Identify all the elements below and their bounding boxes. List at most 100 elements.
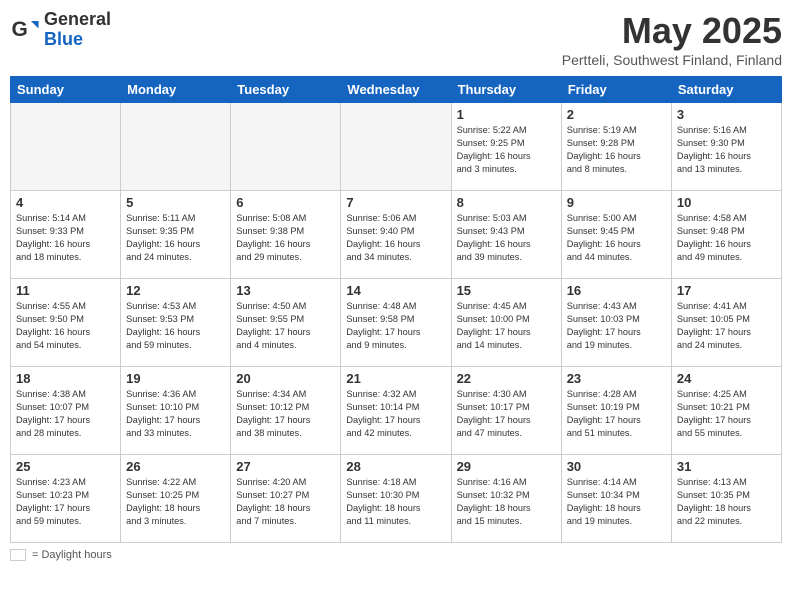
day-info: Sunrise: 4:16 AM Sunset: 10:32 PM Daylig… bbox=[457, 476, 556, 528]
day-number: 7 bbox=[346, 195, 445, 210]
week-row-1: 1 Sunrise: 5:22 AM Sunset: 9:25 PM Daylig… bbox=[11, 103, 782, 191]
day-info: Sunrise: 4:41 AM Sunset: 10:05 PM Daylig… bbox=[677, 300, 776, 352]
day-cell: 19Sunrise: 4:36 AM Sunset: 10:10 PM Dayl… bbox=[121, 367, 231, 455]
location-title: Pertteli, Southwest Finland, Finland bbox=[562, 52, 782, 68]
month-title: May 2025 bbox=[562, 10, 782, 52]
weekday-header-wednesday: Wednesday bbox=[341, 77, 451, 103]
day-number: 2 bbox=[567, 107, 666, 122]
day-info: Sunrise: 4:34 AM Sunset: 10:12 PM Daylig… bbox=[236, 388, 335, 440]
day-number: 25 bbox=[16, 459, 115, 474]
day-number: 23 bbox=[567, 371, 666, 386]
weekday-header-friday: Friday bbox=[561, 77, 671, 103]
day-info: Sunrise: 5:00 AM Sunset: 9:45 PM Dayligh… bbox=[567, 212, 666, 264]
day-number: 26 bbox=[126, 459, 225, 474]
day-number: 4 bbox=[16, 195, 115, 210]
day-cell: 28 Sunrise: 4:18 AM Sunset: 10:30 PM Dayl… bbox=[341, 455, 451, 543]
calendar-table: SundayMondayTuesdayWednesdayThursdayFrid… bbox=[10, 76, 782, 543]
day-number: 11 bbox=[16, 283, 115, 298]
day-number: 5 bbox=[126, 195, 225, 210]
day-cell: 31Sunrise: 4:13 AM Sunset: 10:35 PM Dayl… bbox=[671, 455, 781, 543]
logo: G General Blue bbox=[10, 10, 111, 50]
day-cell: 5 Sunrise: 5:11 AM Sunset: 9:35 PM Daylig… bbox=[121, 191, 231, 279]
day-cell: 4 Sunrise: 5:14 AM Sunset: 9:33 PM Daylig… bbox=[11, 191, 121, 279]
day-cell: 22Sunrise: 4:30 AM Sunset: 10:17 PM Dayl… bbox=[451, 367, 561, 455]
day-number: 19 bbox=[126, 371, 225, 386]
day-number: 12 bbox=[126, 283, 225, 298]
day-info: Sunrise: 5:14 AM Sunset: 9:33 PM Dayligh… bbox=[16, 212, 115, 264]
week-row-2: 4 Sunrise: 5:14 AM Sunset: 9:33 PM Daylig… bbox=[11, 191, 782, 279]
day-number: 17 bbox=[677, 283, 776, 298]
day-info: Sunrise: 4:20 AM Sunset: 10:27 PM Daylig… bbox=[236, 476, 335, 528]
day-cell: 13 Sunrise: 4:50 AM Sunset: 9:55 PM Dayli… bbox=[231, 279, 341, 367]
week-row-5: 25 Sunrise: 4:23 AM Sunset: 10:23 PM Dayl… bbox=[11, 455, 782, 543]
day-number: 10 bbox=[677, 195, 776, 210]
day-number: 16 bbox=[567, 283, 666, 298]
title-block: May 2025 Pertteli, Southwest Finland, Fi… bbox=[562, 10, 782, 68]
day-number: 20 bbox=[236, 371, 335, 386]
day-number: 28 bbox=[346, 459, 445, 474]
day-number: 22 bbox=[457, 371, 556, 386]
day-cell: 14 Sunrise: 4:48 AM Sunset: 9:58 PM Dayli… bbox=[341, 279, 451, 367]
weekday-header-tuesday: Tuesday bbox=[231, 77, 341, 103]
svg-text:G: G bbox=[12, 18, 28, 41]
day-number: 29 bbox=[457, 459, 556, 474]
day-cell: 8 Sunrise: 5:03 AM Sunset: 9:43 PM Daylig… bbox=[451, 191, 561, 279]
day-info: Sunrise: 4:58 AM Sunset: 9:48 PM Dayligh… bbox=[677, 212, 776, 264]
legend-label: = Daylight hours bbox=[32, 549, 112, 561]
day-info: Sunrise: 4:38 AM Sunset: 10:07 PM Daylig… bbox=[16, 388, 115, 440]
day-cell bbox=[121, 103, 231, 191]
legend-box bbox=[10, 549, 26, 561]
day-cell: 17 Sunrise: 4:41 AM Sunset: 10:05 PM Dayl… bbox=[671, 279, 781, 367]
day-info: Sunrise: 4:25 AM Sunset: 10:21 PM Daylig… bbox=[677, 388, 776, 440]
day-cell: 30Sunrise: 4:14 AM Sunset: 10:34 PM Dayl… bbox=[561, 455, 671, 543]
page-header: G General Blue May 2025 Pertteli, Southw… bbox=[10, 10, 782, 68]
legend: = Daylight hours bbox=[10, 549, 782, 561]
day-number: 15 bbox=[457, 283, 556, 298]
day-cell: 7 Sunrise: 5:06 AM Sunset: 9:40 PM Daylig… bbox=[341, 191, 451, 279]
day-info: Sunrise: 5:03 AM Sunset: 9:43 PM Dayligh… bbox=[457, 212, 556, 264]
day-number: 14 bbox=[346, 283, 445, 298]
day-info: Sunrise: 4:45 AM Sunset: 10:00 PM Daylig… bbox=[457, 300, 556, 352]
logo-general: General bbox=[44, 10, 111, 30]
day-cell: 11Sunrise: 4:55 AM Sunset: 9:50 PM Dayli… bbox=[11, 279, 121, 367]
day-info: Sunrise: 4:50 AM Sunset: 9:55 PM Dayligh… bbox=[236, 300, 335, 352]
day-info: Sunrise: 5:22 AM Sunset: 9:25 PM Dayligh… bbox=[457, 124, 556, 176]
day-cell: 29 Sunrise: 4:16 AM Sunset: 10:32 PM Dayl… bbox=[451, 455, 561, 543]
weekday-header-saturday: Saturday bbox=[671, 77, 781, 103]
day-number: 13 bbox=[236, 283, 335, 298]
logo-icon: G bbox=[10, 15, 40, 45]
day-cell: 27 Sunrise: 4:20 AM Sunset: 10:27 PM Dayl… bbox=[231, 455, 341, 543]
day-cell: 1 Sunrise: 5:22 AM Sunset: 9:25 PM Daylig… bbox=[451, 103, 561, 191]
day-cell: 20 Sunrise: 4:34 AM Sunset: 10:12 PM Dayl… bbox=[231, 367, 341, 455]
day-number: 18 bbox=[16, 371, 115, 386]
day-info: Sunrise: 5:11 AM Sunset: 9:35 PM Dayligh… bbox=[126, 212, 225, 264]
day-cell: 23 Sunrise: 4:28 AM Sunset: 10:19 PM Dayl… bbox=[561, 367, 671, 455]
day-number: 8 bbox=[457, 195, 556, 210]
day-cell: 18 Sunrise: 4:38 AM Sunset: 10:07 PM Dayl… bbox=[11, 367, 121, 455]
day-info: Sunrise: 4:23 AM Sunset: 10:23 PM Daylig… bbox=[16, 476, 115, 528]
day-number: 6 bbox=[236, 195, 335, 210]
weekday-header-monday: Monday bbox=[121, 77, 231, 103]
day-info: Sunrise: 4:48 AM Sunset: 9:58 PM Dayligh… bbox=[346, 300, 445, 352]
day-cell: 24Sunrise: 4:25 AM Sunset: 10:21 PM Dayl… bbox=[671, 367, 781, 455]
day-info: Sunrise: 4:28 AM Sunset: 10:19 PM Daylig… bbox=[567, 388, 666, 440]
week-row-3: 11Sunrise: 4:55 AM Sunset: 9:50 PM Dayli… bbox=[11, 279, 782, 367]
day-cell bbox=[11, 103, 121, 191]
day-number: 27 bbox=[236, 459, 335, 474]
day-cell: 16Sunrise: 4:43 AM Sunset: 10:03 PM Dayl… bbox=[561, 279, 671, 367]
weekday-header-sunday: Sunday bbox=[11, 77, 121, 103]
day-number: 1 bbox=[457, 107, 556, 122]
day-cell bbox=[231, 103, 341, 191]
day-info: Sunrise: 4:18 AM Sunset: 10:30 PM Daylig… bbox=[346, 476, 445, 528]
day-number: 21 bbox=[346, 371, 445, 386]
day-info: Sunrise: 5:19 AM Sunset: 9:28 PM Dayligh… bbox=[567, 124, 666, 176]
day-info: Sunrise: 5:06 AM Sunset: 9:40 PM Dayligh… bbox=[346, 212, 445, 264]
day-cell: 9 Sunrise: 5:00 AM Sunset: 9:45 PM Daylig… bbox=[561, 191, 671, 279]
day-info: Sunrise: 4:32 AM Sunset: 10:14 PM Daylig… bbox=[346, 388, 445, 440]
day-number: 31 bbox=[677, 459, 776, 474]
day-info: Sunrise: 4:53 AM Sunset: 9:53 PM Dayligh… bbox=[126, 300, 225, 352]
day-cell bbox=[341, 103, 451, 191]
day-cell: 21 Sunrise: 4:32 AM Sunset: 10:14 PM Dayl… bbox=[341, 367, 451, 455]
weekday-header-thursday: Thursday bbox=[451, 77, 561, 103]
day-number: 9 bbox=[567, 195, 666, 210]
